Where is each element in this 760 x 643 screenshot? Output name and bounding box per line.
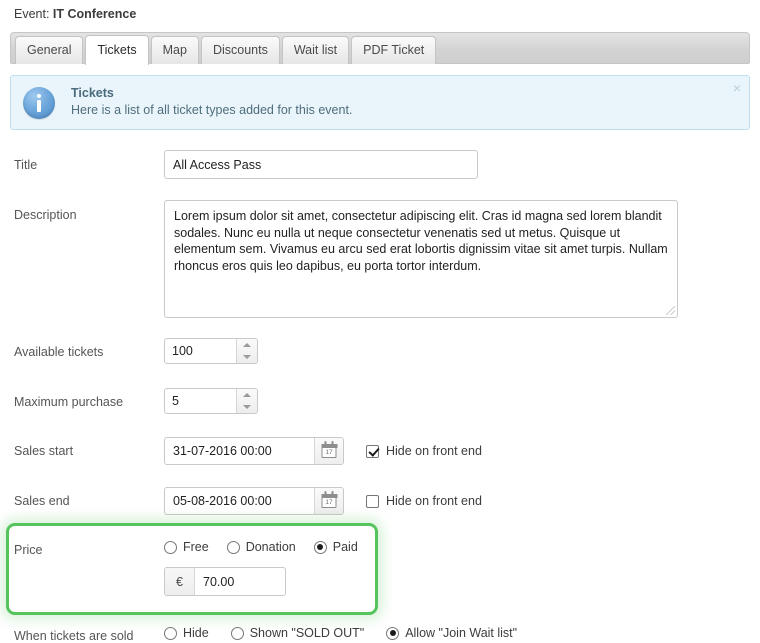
tab-tickets[interactable]: Tickets [85,35,149,65]
calendar-day-number: 17 [325,449,333,456]
calendar-ring-left-icon [324,491,327,495]
radio-unselected-icon[interactable] [164,626,177,640]
calendar-icon[interactable]: 17 [314,438,343,464]
event-name: IT Conference [52,7,137,21]
radio-unselected-icon[interactable] [230,626,244,640]
title-input[interactable] [164,150,478,179]
when-sold-radio-group: Hide Shown "SOLD OUT" Allow "Join Wait l… [164,626,517,640]
price-option-donation[interactable]: Donation [226,540,296,554]
page-title: Event: IT Conference [14,7,136,21]
price-amount-field[interactable]: € [164,567,286,596]
checkbox-checked-icon[interactable] [366,444,379,458]
available-tickets-input[interactable] [165,339,236,363]
calendar-ring-right-icon [331,491,334,495]
tab-wait-list[interactable]: Wait list [281,36,350,64]
calendar-glyph: 17 [321,441,337,458]
when-sold-option-hide-label: Hide [183,626,209,640]
calendar-icon[interactable]: 17 [314,488,343,514]
stepper-down-icon[interactable] [237,351,257,363]
tab-discounts[interactable]: Discounts [200,36,280,64]
radio-unselected-icon[interactable] [226,540,240,554]
info-title: Tickets [71,86,114,100]
when-sold-option-hide[interactable]: Hide [164,626,209,640]
radio-selected-icon[interactable] [313,540,327,554]
calendar-day-number: 17 [325,499,333,506]
stepper-buttons [236,339,257,363]
radio-unselected-icon[interactable] [164,540,177,554]
sales-start-hide-label: Hide on front end [386,444,482,458]
description-label: Description [14,208,77,222]
info-circle-icon [23,87,55,119]
calendar-ring-left-icon [324,441,327,445]
price-option-free[interactable]: Free [164,540,209,554]
calendar-glyph: 17 [321,491,337,508]
maximum-purchase-label: Maximum purchase [14,395,124,409]
tab-map[interactable]: Map [150,36,199,64]
price-radio-group: Free Donation Paid [164,540,358,554]
sales-end-hide-checkbox[interactable]: Hide on front end [366,494,482,508]
radio-selected-icon[interactable] [386,626,400,640]
sales-start-input[interactable] [165,438,314,464]
close-icon[interactable]: × [733,81,741,95]
maximum-purchase-input[interactable] [165,389,236,413]
title-label: Title [14,158,38,172]
when-sold-option-wait-list-label: Allow "Join Wait list" [405,626,518,640]
sales-start-label: Sales start [14,444,74,458]
tab-pdf-ticket[interactable]: PDF Ticket [351,36,437,64]
tab-general[interactable]: General [15,36,84,64]
calendar-ring-right-icon [331,441,334,445]
price-option-paid[interactable]: Paid [313,540,358,554]
when-sold-option-sold-out-label: Shown "SOLD OUT" [249,626,365,640]
sales-end-date-field[interactable]: 17 [164,487,344,515]
event-prefix-label: Event: [14,7,50,21]
sales-end-input[interactable] [165,488,314,514]
description-textarea[interactable]: Lorem ipsum dolor sit amet, consectetur … [164,200,678,318]
price-option-paid-label: Paid [332,540,358,554]
when-sold-option-wait-list[interactable]: Allow "Join Wait list" [386,626,517,640]
sales-end-hide-label: Hide on front end [386,494,482,508]
stepper-down-icon[interactable] [237,401,257,413]
price-option-donation-label: Donation [245,540,296,554]
available-tickets-label: Available tickets [14,345,104,359]
when-sold-label: When tickets are sold [14,629,134,643]
stepper-up-icon[interactable] [237,389,257,401]
when-sold-option-sold-out[interactable]: Shown "SOLD OUT" [230,626,365,640]
available-tickets-stepper[interactable] [164,338,258,364]
sales-start-date-field[interactable]: 17 [164,437,344,465]
sales-start-hide-checkbox[interactable]: Hide on front end [366,444,482,458]
price-amount-input[interactable] [195,568,285,595]
info-description: Here is a list of all ticket types added… [71,103,353,117]
sales-end-label: Sales end [14,494,70,508]
info-message-box: Tickets Here is a list of all ticket typ… [10,75,750,130]
maximum-purchase-stepper[interactable] [164,388,258,414]
currency-symbol: € [165,568,195,595]
tab-bar: General Tickets Map Discounts Wait list … [10,32,750,65]
checkbox-unchecked-icon[interactable] [366,494,379,508]
stepper-up-icon[interactable] [237,339,257,351]
stepper-buttons [236,389,257,413]
price-label: Price [14,543,43,557]
price-option-free-label: Free [183,540,209,554]
